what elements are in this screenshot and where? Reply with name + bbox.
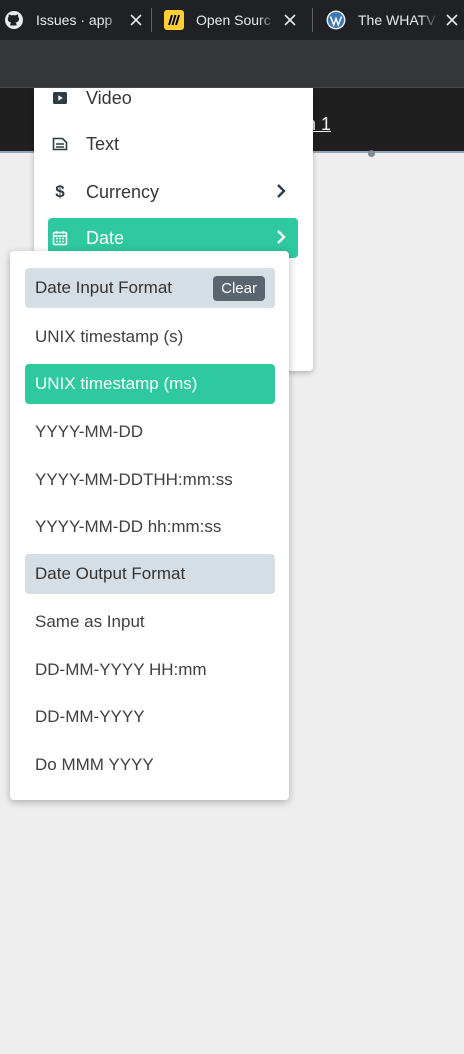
tab-title: The WHATV bbox=[358, 12, 438, 28]
output-format-option[interactable]: Do MMM YYYY bbox=[25, 745, 275, 785]
tab-separator bbox=[151, 8, 152, 32]
chevron-right-icon bbox=[276, 183, 286, 204]
divider-handle[interactable] bbox=[368, 150, 375, 157]
input-format-option[interactable]: YYYY-MM-DD bbox=[25, 412, 275, 452]
text-icon bbox=[48, 137, 72, 151]
video-icon bbox=[48, 91, 72, 105]
date-output-format-header: Date Output Format bbox=[25, 554, 275, 594]
tab-title: Open Sourc bbox=[196, 12, 276, 28]
browser-tab-whatwg[interactable]: The WHATV bbox=[326, 0, 464, 40]
browser-tab-github[interactable]: Issues · app bbox=[4, 0, 144, 40]
output-format-option[interactable]: DD-MM-YYYY HH:mm bbox=[25, 650, 275, 690]
input-format-option[interactable]: UNIX timestamp (s) bbox=[25, 317, 275, 357]
section-title: Date Output Format bbox=[35, 564, 186, 583]
menu-item-label: Currency bbox=[86, 181, 160, 202]
github-icon bbox=[4, 10, 24, 30]
chevron-right-icon bbox=[276, 229, 286, 250]
section-title: Date Input Format bbox=[35, 278, 173, 297]
tab-title: Issues · app bbox=[36, 12, 122, 28]
output-format-option[interactable]: Same as Input bbox=[25, 602, 275, 642]
menu-item-text[interactable]: Text bbox=[48, 124, 298, 164]
clear-button[interactable]: Clear bbox=[213, 276, 265, 301]
input-format-option[interactable]: YYYY-MM-DD hh:mm:ss bbox=[25, 507, 275, 547]
menu-item-label: Text bbox=[86, 133, 120, 154]
menu-item-label: Date bbox=[86, 227, 125, 248]
browser-tab-strip: Issues · app Open Sourc The WHATV bbox=[0, 0, 464, 40]
date-input-format-header: Date Input Format Clear bbox=[25, 268, 275, 308]
input-format-option-selected[interactable]: UNIX timestamp (ms) bbox=[25, 364, 275, 404]
calendar-icon bbox=[48, 230, 72, 246]
menu-item-video[interactable]: Video bbox=[48, 78, 298, 118]
date-format-menu: Date Input Format Clear UNIX timestamp (… bbox=[10, 251, 289, 800]
menu-item-label: Video bbox=[86, 87, 132, 108]
tab-separator bbox=[312, 8, 313, 32]
wordpress-icon bbox=[326, 10, 346, 30]
browser-tab-open-source[interactable]: Open Sourc bbox=[164, 0, 304, 40]
close-icon[interactable] bbox=[444, 12, 460, 28]
dollar-icon: $ bbox=[55, 182, 65, 201]
menu-item-currency[interactable]: $ Currency bbox=[48, 172, 298, 212]
close-icon[interactable] bbox=[282, 12, 298, 28]
close-icon[interactable] bbox=[128, 12, 144, 28]
miro-icon bbox=[164, 10, 184, 30]
input-format-option[interactable]: YYYY-MM-DDTHH:mm:ss bbox=[25, 460, 275, 500]
output-format-option[interactable]: DD-MM-YYYY bbox=[25, 697, 275, 737]
